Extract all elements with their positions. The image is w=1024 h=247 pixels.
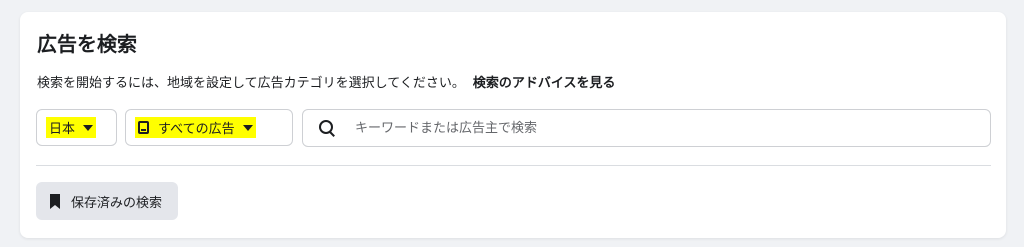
country-dropdown-label-wrap: 日本 xyxy=(46,117,97,138)
description-text: 検索を開始するには、地域を設定して広告カテゴリを選択してください。 xyxy=(37,76,465,91)
search-advice-link[interactable]: 検索のアドバイスを見る xyxy=(473,76,616,91)
search-description: 検索を開始するには、地域を設定して広告カテゴリを選択してください。 検索のアドバイ… xyxy=(37,72,615,91)
saved-searches-button[interactable]: 保存済みの検索 xyxy=(36,182,179,220)
country-dropdown[interactable]: 日本 xyxy=(36,109,117,146)
ad-search-card: 広告を検索 検索を開始するには、地域を設定して広告カテゴリを選択してください。検… xyxy=(20,12,1006,238)
chevron-down-icon xyxy=(83,124,94,131)
search-input[interactable] xyxy=(353,119,957,137)
country-dropdown-label: 日本 xyxy=(49,122,76,137)
ad-icon xyxy=(138,121,149,134)
ad-category-dropdown-label: すべての広告 xyxy=(158,122,235,137)
divider xyxy=(36,165,991,166)
saved-searches-label: 保存済みの検索 xyxy=(71,195,163,211)
chevron-down-icon xyxy=(242,124,253,131)
search-icon xyxy=(319,120,335,137)
page-title: 広告を検索 xyxy=(37,32,137,56)
ad-category-dropdown-label-wrap: すべての広告 xyxy=(135,117,256,138)
bookmark-icon xyxy=(50,193,60,209)
search-box[interactable] xyxy=(302,109,991,147)
ad-category-dropdown[interactable]: すべての広告 xyxy=(125,109,293,146)
